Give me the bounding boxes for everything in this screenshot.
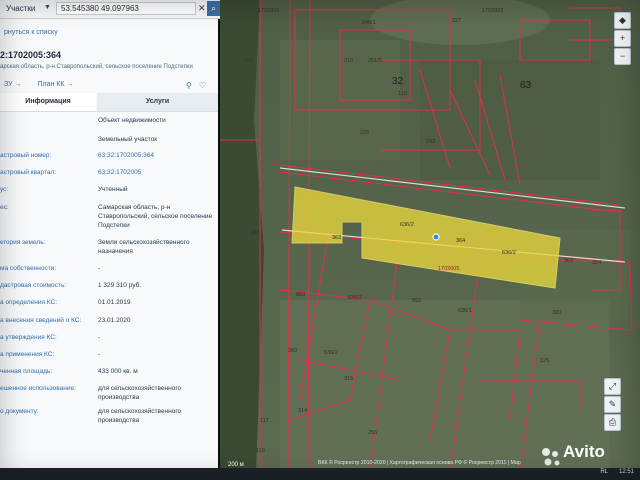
map-label: 636/2 [502, 250, 516, 256]
clock: 12:51 [618, 469, 634, 475]
map-label: 636/2 [324, 350, 338, 356]
map-label: 243 [426, 139, 435, 145]
search-button[interactable]: ⌕ [207, 1, 220, 16]
map-label: 636/2 [348, 295, 362, 301]
map-label: 636/2 [400, 222, 414, 228]
search-icon: ⌕ [210, 3, 217, 13]
map-label: 325 [540, 358, 549, 364]
taskbar: RL 12:51 [0, 468, 640, 480]
info-panel: рнуться к списку 2:1702005:364 арская об… [0, 19, 218, 472]
map-copyright: ВКК © Росреестр 2010-2020 | Картографиче… [318, 460, 521, 466]
back-to-list-link[interactable]: рнуться к списку [4, 29, 58, 36]
map-label: 636/1 [458, 308, 472, 314]
close-icon[interactable]: ✕ [198, 3, 206, 14]
plan-kk-link[interactable]: План КК → [38, 81, 74, 88]
avito-logo-icon [542, 448, 560, 466]
map-label: 1702004 [258, 8, 279, 14]
search-input[interactable]: 53.545380 49.097963 [56, 2, 196, 15]
map-label: 300 [552, 310, 561, 316]
location-marker[interactable] [432, 233, 440, 241]
map-label: 314 [298, 408, 307, 414]
map-view[interactable]: 1702004 1702002 227 246/1 210 251/9 107 … [220, 0, 640, 473]
measure-icon[interactable]: ✎ [604, 396, 621, 413]
map-label: 256 [368, 430, 377, 436]
map-label: 227 [452, 18, 461, 24]
map-label: 315 [344, 376, 353, 382]
language-indicator[interactable]: RL [600, 469, 608, 475]
screen: 1702004 1702002 227 246/1 210 251/9 107 … [0, 0, 640, 480]
map-label: 363 [332, 235, 341, 241]
map-label: 1702002 [482, 8, 503, 14]
map-label: 260 [288, 348, 297, 354]
category-select[interactable]: Участки [6, 4, 35, 13]
avito-watermark: Avito [563, 442, 605, 461]
map-label: 225 [360, 130, 369, 136]
tab-information[interactable]: Информация [0, 93, 96, 111]
map-label: 32 [392, 76, 404, 87]
layers-icon[interactable]: ◆ [614, 12, 631, 29]
map-label: 117 [260, 418, 269, 424]
fullscreen-icon[interactable]: ⤢ [604, 378, 621, 395]
zoom-in-button[interactable]: + [614, 30, 631, 47]
map-label: 110 [398, 91, 407, 97]
cadastral-number-title: 2:1702005:364 [0, 50, 62, 60]
panel-links: ЗУ → План КК → [4, 81, 73, 88]
zu-link[interactable]: ЗУ → [4, 81, 22, 88]
map-label: 107 [244, 58, 253, 64]
map-label: 246/1 [362, 20, 376, 26]
pin-icon[interactable]: ⚲ [186, 81, 192, 90]
map-label: 251/9 [368, 58, 382, 64]
map-label: 1702005 [438, 266, 459, 272]
panel-tabs: Информация Услуги [0, 93, 218, 112]
map-label: 324 [592, 260, 601, 266]
zoom-out-button[interactable]: − [614, 48, 631, 65]
map-label: 860 [296, 292, 305, 298]
tab-services[interactable]: Услуги [97, 93, 218, 111]
map-label: 63 [520, 80, 532, 91]
favorite-icon[interactable]: ♡ [199, 81, 206, 90]
print-icon[interactable]: ⎙ [604, 414, 621, 431]
map-label: 119 [256, 448, 265, 454]
map-label: 103 [250, 230, 259, 236]
map-label: 210 [344, 58, 353, 64]
map-label: 552 [412, 298, 421, 304]
search-bar: Участки ▼ 53.545380 49.097963 ✕ ⌕ [0, 0, 220, 19]
map-label: 363 [564, 258, 573, 264]
map-canvas[interactable]: 1702004 1702002 227 246/1 210 251/9 107 … [220, 0, 640, 473]
map-label: 364 [456, 238, 465, 244]
chevron-down-icon[interactable]: ▼ [44, 4, 51, 11]
address-subtitle: арская область, р-н Ставропольский, сель… [0, 64, 193, 70]
